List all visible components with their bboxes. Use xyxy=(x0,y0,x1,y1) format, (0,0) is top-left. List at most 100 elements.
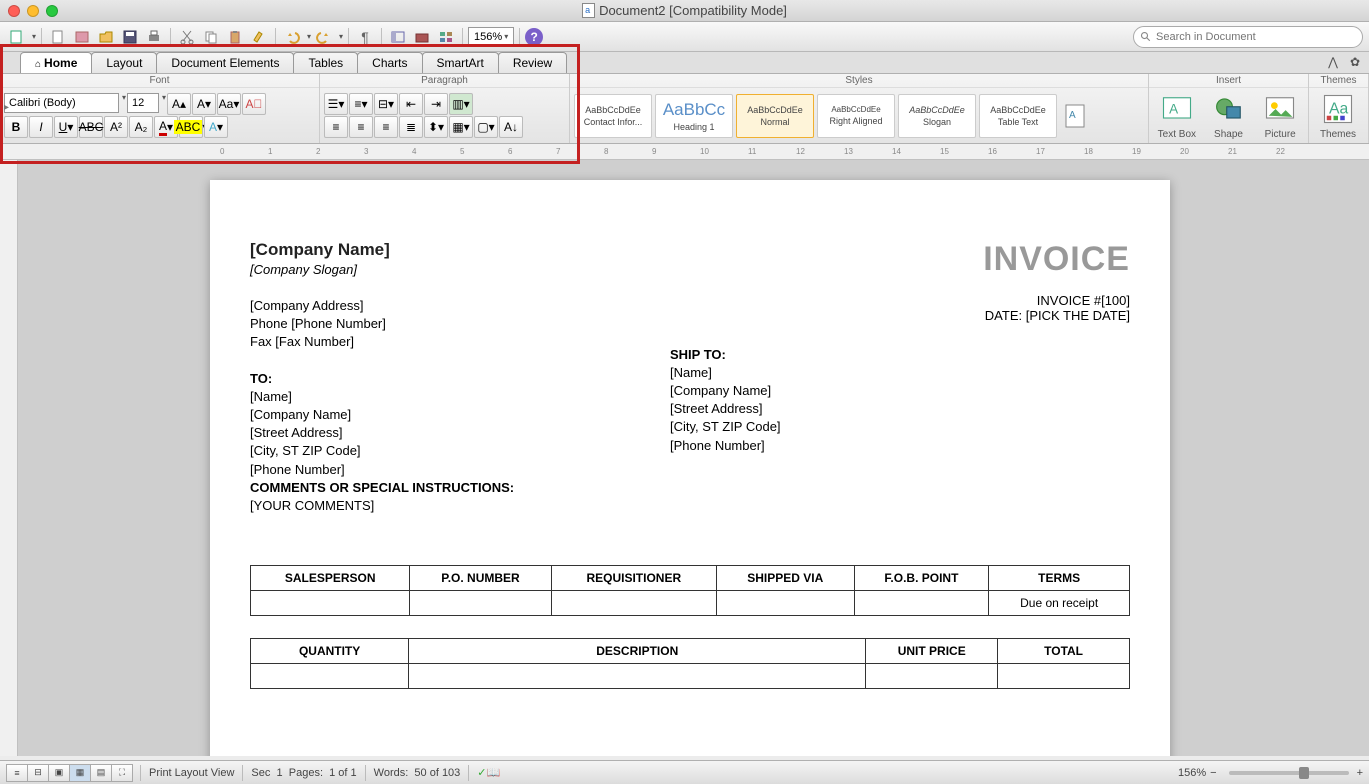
open-icon[interactable] xyxy=(95,26,117,48)
save-icon[interactable] xyxy=(119,26,141,48)
redo-icon[interactable] xyxy=(313,26,335,48)
view-focus-button[interactable]: ⛶ xyxy=(111,764,133,782)
zoom-select[interactable]: 156%▾ xyxy=(468,27,514,47)
style-heading-1[interactable]: AaBbCcHeading 1 xyxy=(655,94,733,138)
tab-document-elements[interactable]: Document Elements xyxy=(156,52,294,73)
decrease-indent-button[interactable]: ⇤ xyxy=(399,93,423,115)
company-fax[interactable]: Fax [Fax Number] xyxy=(250,333,386,351)
th-quantity[interactable]: QUANTITY xyxy=(251,639,409,664)
th-shipped-via[interactable]: SHIPPED VIA xyxy=(716,566,854,591)
help-icon[interactable]: ? xyxy=(525,28,543,46)
style-contact-infor-[interactable]: AaBbCcDdEeContact Infor... xyxy=(574,94,652,138)
columns-button[interactable]: ▥▾ xyxy=(449,93,473,115)
settings-gear-icon[interactable]: ✿ xyxy=(1347,54,1363,70)
view-print-layout-button[interactable]: ▦ xyxy=(69,764,91,782)
paste-icon[interactable] xyxy=(224,26,246,48)
change-case-button[interactable]: Aa▾ xyxy=(217,93,241,115)
search-field[interactable] xyxy=(1156,31,1356,43)
gallery-icon[interactable] xyxy=(435,26,457,48)
th-total[interactable]: TOTAL xyxy=(998,639,1130,664)
th-description[interactable]: DESCRIPTION xyxy=(409,639,866,664)
underline-button[interactable]: U▾ xyxy=(54,116,78,138)
to-company[interactable]: [Company Name] xyxy=(250,406,670,424)
align-center-button[interactable]: ≡ xyxy=(349,116,373,138)
th-terms[interactable]: TERMS xyxy=(989,566,1130,591)
dropdown-arrow-icon[interactable]: ▾ xyxy=(339,32,343,41)
styles-pane-button[interactable]: A xyxy=(1060,102,1090,130)
insert-picture-button[interactable]: Picture xyxy=(1256,91,1304,140)
ribbon-collapse-icon[interactable]: ⋀ xyxy=(1325,54,1341,70)
style-table-text[interactable]: AaBbCcDdEeTable Text xyxy=(979,94,1057,138)
zoom-value[interactable]: 156% xyxy=(1178,767,1206,779)
numbering-button[interactable]: ≡▾ xyxy=(349,93,373,115)
bold-button[interactable]: B xyxy=(4,116,28,138)
undo-icon[interactable] xyxy=(281,26,303,48)
format-painter-icon[interactable] xyxy=(248,26,270,48)
comments-value[interactable]: [YOUR COMMENTS] xyxy=(250,498,374,513)
ship-phone[interactable]: [Phone Number] xyxy=(670,437,1090,455)
insert-shape-button[interactable]: Shape xyxy=(1205,91,1253,140)
themes-button[interactable]: Aa Themes xyxy=(1313,91,1363,140)
close-window-button[interactable] xyxy=(8,5,20,17)
horizontal-ruler[interactable]: 012345678910111213141516171819202122 xyxy=(0,144,1369,160)
bullets-button[interactable]: ☰▾ xyxy=(324,93,348,115)
shrink-font-button[interactable]: A▾ xyxy=(192,93,216,115)
file-menu-icon[interactable] xyxy=(6,26,28,48)
tab-smartart[interactable]: SmartArt xyxy=(422,52,499,73)
style-right-aligned[interactable]: AaBbCcDdEeRight Aligned xyxy=(817,94,895,138)
view-draft-button[interactable]: ≡ xyxy=(6,764,28,782)
th-requisitioner[interactable]: REQUISITIONER xyxy=(551,566,716,591)
to-city[interactable]: [City, ST ZIP Code] xyxy=(250,442,670,460)
cut-icon[interactable] xyxy=(176,26,198,48)
tab-tables[interactable]: Tables xyxy=(293,52,358,73)
document-page[interactable]: [Company Name] [Company Slogan] INVOICE … xyxy=(210,180,1170,756)
sort-button[interactable]: A↓ xyxy=(499,116,523,138)
text-effects-button[interactable]: A▾ xyxy=(204,116,228,138)
line-spacing-button[interactable]: ⬍▾ xyxy=(424,116,448,138)
tab-home[interactable]: ⌂Home xyxy=(20,52,92,73)
strikethrough-button[interactable]: ABC xyxy=(79,116,103,138)
highlight-button[interactable]: ABC▾ xyxy=(179,116,203,138)
style-normal[interactable]: AaBbCcDdEeNormal xyxy=(736,94,814,138)
style-slogan[interactable]: AaBbCcDdEeSlogan xyxy=(898,94,976,138)
company-slogan[interactable]: [Company Slogan] xyxy=(250,262,390,277)
insert-text-box-button[interactable]: A Text Box xyxy=(1153,91,1201,140)
zoom-in-button[interactable]: + xyxy=(1357,767,1363,779)
invoice-number[interactable]: INVOICE #[100] xyxy=(985,293,1130,308)
print-icon[interactable] xyxy=(143,26,165,48)
zoom-slider[interactable] xyxy=(1229,771,1349,775)
new-from-template-icon[interactable] xyxy=(71,26,93,48)
italic-button[interactable]: I xyxy=(29,116,53,138)
ship-city[interactable]: [City, ST ZIP Code] xyxy=(670,418,1090,436)
toolbox-icon[interactable] xyxy=(411,26,433,48)
maximize-window-button[interactable] xyxy=(46,5,58,17)
to-phone[interactable]: [Phone Number] xyxy=(250,461,670,479)
superscript-button[interactable]: A² xyxy=(104,116,128,138)
copy-icon[interactable] xyxy=(200,26,222,48)
ship-company[interactable]: [Company Name] xyxy=(670,382,1090,400)
invoice-items-table[interactable]: QUANTITY DESCRIPTION UNIT PRICE TOTAL xyxy=(250,638,1130,689)
font-name-select[interactable] xyxy=(4,93,119,113)
tab-charts[interactable]: Charts xyxy=(357,52,422,73)
ship-street[interactable]: [Street Address] xyxy=(670,400,1090,418)
tab-layout[interactable]: Layout xyxy=(91,52,157,73)
to-name[interactable]: [Name] xyxy=(250,388,670,406)
company-name[interactable]: [Company Name] xyxy=(250,240,390,260)
justify-button[interactable]: ≣ xyxy=(399,116,423,138)
zoom-out-button[interactable]: − xyxy=(1210,767,1216,779)
ship-name[interactable]: [Name] xyxy=(670,364,1090,382)
increase-indent-button[interactable]: ⇥ xyxy=(424,93,448,115)
to-street[interactable]: [Street Address] xyxy=(250,424,670,442)
invoice-details-table[interactable]: SALESPERSON P.O. NUMBER REQUISITIONER SH… xyxy=(250,565,1130,616)
minimize-window-button[interactable] xyxy=(27,5,39,17)
th-fob-point[interactable]: F.O.B. POINT xyxy=(854,566,989,591)
dropdown-arrow-icon[interactable]: ▾ xyxy=(32,32,36,41)
collapse-arrow-icon[interactable]: ▸ xyxy=(4,102,9,113)
multilevel-list-button[interactable]: ⊟▾ xyxy=(374,93,398,115)
new-blank-icon[interactable] xyxy=(47,26,69,48)
tab-review[interactable]: Review xyxy=(498,52,567,73)
view-notebook-button[interactable]: ▤ xyxy=(90,764,112,782)
document-area[interactable]: ✥ [Company Name] [Company Slogan] INVOIC… xyxy=(0,160,1369,756)
align-right-button[interactable]: ≡ xyxy=(374,116,398,138)
dropdown-arrow-icon[interactable]: ▾ xyxy=(122,93,126,115)
